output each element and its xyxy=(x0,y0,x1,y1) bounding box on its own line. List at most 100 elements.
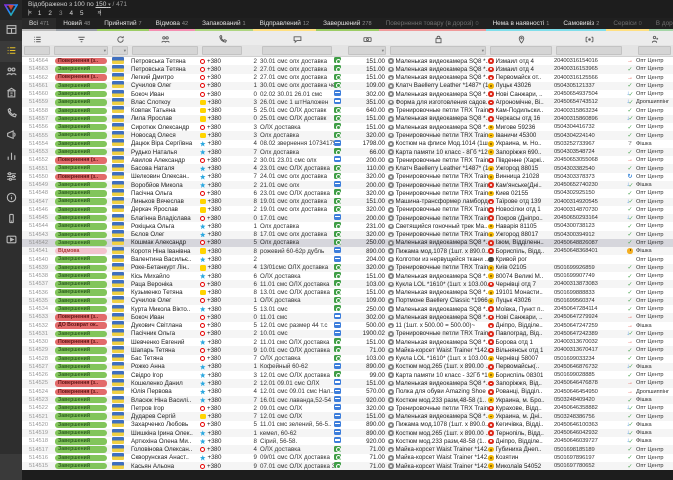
ttn-number[interactable]: 20450650293164 xyxy=(554,215,624,221)
phone-cell[interactable]: +380 xyxy=(200,82,244,89)
ttn-number[interactable]: 0501699033234 xyxy=(554,356,624,362)
tab-Сервіси[interactable]: Сервіси 0 xyxy=(606,18,649,31)
ttn-number[interactable]: 20450654743512 xyxy=(554,99,624,105)
phone-cell[interactable]: +380 xyxy=(200,256,244,263)
sidebar-item-company[interactable] xyxy=(0,83,22,104)
phone-cell[interactable]: +380 xyxy=(200,347,244,354)
ttn-number[interactable]: 20450648368401 xyxy=(554,248,624,254)
order-id[interactable]: 514526 xyxy=(22,372,52,378)
order-id[interactable]: 514540 xyxy=(22,257,52,263)
page-size-dropdown[interactable]: 150 ▾ xyxy=(96,1,111,8)
ttn-number[interactable]: 20450652740230 xyxy=(554,182,624,188)
phone-cell[interactable]: +380 xyxy=(200,215,244,222)
order-id[interactable]: 514530 xyxy=(22,339,52,345)
phone-cell[interactable]: +380 xyxy=(200,463,244,470)
phone-cell[interactable]: +380 xyxy=(200,339,244,346)
phone-cell[interactable]: +380 xyxy=(200,107,244,114)
sidebar-item-statistics[interactable] xyxy=(0,146,22,167)
order-id[interactable]: 514539 xyxy=(22,265,52,271)
order-id[interactable]: 514549 xyxy=(22,182,52,188)
ttn-number[interactable]: 20400316154016 xyxy=(554,58,624,64)
order-id[interactable]: 514519 xyxy=(22,430,52,436)
tab-Прийнятий[interactable]: Прийнятий 7 xyxy=(97,18,149,31)
order-id[interactable]: 514542 xyxy=(22,240,52,246)
page-button-2[interactable]: 2 xyxy=(48,10,52,17)
ttn-number[interactable]: 20450646454950 xyxy=(554,389,624,395)
tab-Самовивіз[interactable]: Самовивіз 2 xyxy=(556,18,607,31)
page-button-5[interactable]: 5 xyxy=(80,10,84,17)
ttn-number[interactable]: 0501698185189 xyxy=(554,447,624,453)
phone-cell[interactable]: +380 xyxy=(200,198,244,205)
ttn-number[interactable]: 0504303378373 xyxy=(554,174,624,180)
ttn-number[interactable]: 20400313873083 xyxy=(554,281,624,287)
ttn-number[interactable]: 0501699888833 xyxy=(554,290,624,296)
order-id[interactable]: 514550 xyxy=(22,174,52,180)
ttn-number[interactable]: 0501699907749 xyxy=(554,273,624,279)
tab-Всі[interactable]: Всі 471 xyxy=(22,18,57,31)
phone-cell[interactable]: +380 xyxy=(200,173,244,180)
order-id[interactable]: 514525 xyxy=(22,380,52,386)
ttn-number[interactable]: 20400316125566 xyxy=(554,75,624,81)
order-id[interactable]: 514527 xyxy=(22,364,52,370)
order-id[interactable]: 514523 xyxy=(22,397,52,403)
filter-flag-select[interactable]: ▾ xyxy=(112,46,128,55)
phone-cell[interactable]: +380 xyxy=(200,454,244,461)
phone-cell[interactable]: +380 xyxy=(200,430,244,437)
phone-cell[interactable]: +380 xyxy=(200,405,244,412)
phone-cell[interactable]: +380 xyxy=(200,314,244,321)
ttn-number[interactable]: 0504303382540 xyxy=(554,166,624,172)
order-id[interactable]: 514522 xyxy=(22,405,52,411)
phone-cell[interactable]: +380 xyxy=(200,99,244,106)
order-id[interactable]: 514543 xyxy=(22,232,52,238)
ttn-number[interactable]: 20400315860896 xyxy=(554,116,624,122)
order-id[interactable]: 514559 xyxy=(22,99,52,105)
order-id[interactable]: 514552 xyxy=(22,157,52,163)
order-id[interactable]: 514553 xyxy=(22,149,52,155)
ttn-number[interactable]: 20450648826087 xyxy=(554,240,624,246)
phone-cell[interactable]: +380 xyxy=(200,322,244,329)
ttn-number[interactable]: 20450646039727 xyxy=(554,438,624,444)
phone-cell[interactable]: +380 xyxy=(200,157,244,164)
phone-cell[interactable]: +380 xyxy=(200,330,244,337)
filter-status-select[interactable]: ▾ xyxy=(54,46,108,55)
phone-cell[interactable]: +380 xyxy=(200,206,244,213)
order-id[interactable]: 514557 xyxy=(22,116,52,122)
tab-Відмова[interactable]: Відмова 42 xyxy=(148,18,196,31)
sidebar-item-dashboard[interactable] xyxy=(0,20,22,41)
ttn-number[interactable]: 20400314920545 xyxy=(554,199,624,205)
phone-cell[interactable]: +380 xyxy=(200,289,244,296)
sidebar-item-video-tutorials[interactable] xyxy=(0,230,22,251)
phone-cell[interactable]: +380 xyxy=(200,132,244,139)
sidebar-item-calls[interactable] xyxy=(0,104,22,125)
order-id[interactable]: 514532 xyxy=(22,323,52,329)
ttn-number[interactable]: 0503248386756 xyxy=(554,414,624,420)
sidebar-item-clients[interactable] xyxy=(0,62,22,83)
order-id[interactable]: 514554 xyxy=(22,141,52,147)
order-id[interactable]: 514564 xyxy=(22,58,52,64)
ttn-number[interactable]: 20400316153965 xyxy=(554,66,624,72)
order-id[interactable]: 514546 xyxy=(22,207,52,213)
order-id[interactable]: 514535 xyxy=(22,298,52,304)
ttn-number[interactable]: 0501697896197 xyxy=(554,455,624,461)
filter-ttn[interactable] xyxy=(556,46,622,55)
phone-cell[interactable]: +380 xyxy=(200,140,244,147)
phone-cell[interactable]: +380 xyxy=(200,182,244,189)
phone-cell[interactable]: +380 xyxy=(200,297,244,304)
phone-cell[interactable]: +380 xyxy=(200,355,244,362)
order-id[interactable]: 514517 xyxy=(22,447,52,453)
phone-cell[interactable]: +380 xyxy=(200,281,244,288)
order-id[interactable]: 514547 xyxy=(22,199,52,205)
ttn-number[interactable]: 20400315863234 xyxy=(554,108,624,114)
ttn-number[interactable]: 0501699926859 xyxy=(554,265,624,271)
filter-note[interactable] xyxy=(262,46,332,55)
order-id[interactable]: 514558 xyxy=(22,108,52,114)
sidebar-item-info[interactable] xyxy=(0,188,22,209)
ttn-number[interactable]: 20450646876732 xyxy=(554,364,624,370)
tab-Відправлений[interactable]: Відправлений 12 xyxy=(252,18,317,31)
ttn-number[interactable]: 0504303548724 xyxy=(554,149,624,155)
ttn-number[interactable]: 0504300738123 xyxy=(554,223,624,229)
ttn-number[interactable]: 20450654937504 xyxy=(554,91,624,97)
phone-cell[interactable]: +380 xyxy=(200,124,244,131)
phone-cell[interactable]: +380 xyxy=(200,74,244,81)
ttn-number[interactable]: 20450647279924 xyxy=(554,314,624,320)
